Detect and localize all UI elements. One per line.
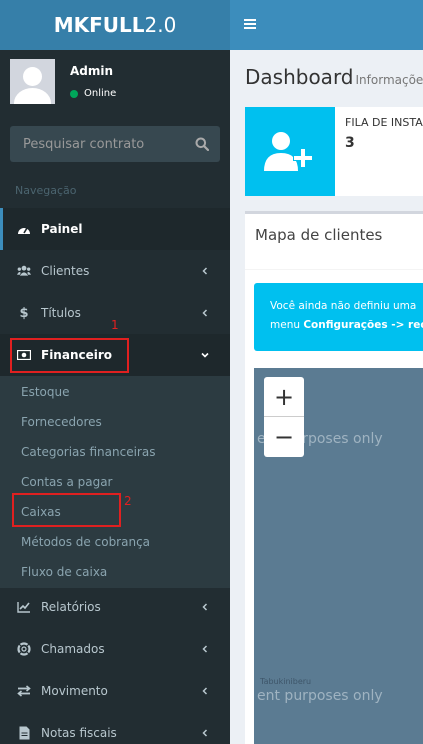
sidebar-item-chamados[interactable]: Chamados [0, 628, 230, 670]
sidebar-item-movimento[interactable]: Movimento [0, 670, 230, 712]
submenu-item-fluxo-caixa[interactable]: Fluxo de caixa [21, 565, 107, 579]
alert-line-2: menu Configurações -> recursos [270, 316, 423, 335]
map-place-label: Tabukiniberu [260, 677, 312, 686]
top-navbar [230, 0, 423, 50]
dashboard-icon [17, 222, 31, 236]
user-status-label: Online [84, 88, 117, 99]
dollar-icon: $ [19, 305, 29, 321]
add-user-icon [245, 107, 335, 196]
info-box-fila-instalacao[interactable]: FILA DE INSTALAÇÃO 3 [245, 107, 423, 196]
zoom-in-button[interactable]: + [264, 377, 304, 416]
annotation-number-1: 1 [111, 318, 119, 332]
page-header: Dashboard Informações [245, 65, 423, 89]
user-status: Online [70, 88, 116, 99]
user-name: Admin [70, 64, 114, 78]
app-logo[interactable]: MKFULL 2.0 [0, 0, 230, 50]
submenu-item-metodos-cobranca[interactable]: Métodos de cobrança [21, 535, 150, 549]
user-panel: Admin Online [0, 58, 230, 118]
search-form [10, 126, 220, 162]
zoom-out-button[interactable]: − [264, 417, 304, 456]
sidebar-item-label: Relatórios [41, 600, 101, 614]
search-icon [195, 137, 209, 151]
client-map[interactable]: ent purposes only ent purposes only Tabu… [254, 368, 423, 744]
map-watermark-bottom: ent purposes only [257, 688, 383, 704]
nav-header: Navegação [15, 184, 77, 197]
avatar [10, 59, 55, 104]
sidebar-item-painel[interactable]: Painel [0, 208, 230, 250]
sidebar-item-label: Movimento [41, 684, 108, 698]
chevron-left-icon [202, 267, 208, 275]
sidebar-item-relatorios[interactable]: Relatórios [0, 586, 230, 628]
search-button[interactable] [184, 126, 220, 162]
sidebar-item-clientes[interactable]: Clientes [0, 250, 230, 292]
submenu-item-fornecedores[interactable]: Fornecedores [21, 415, 102, 429]
financeiro-submenu: Estoque Fornecedores Categorias financei… [0, 376, 230, 588]
alert-info: Você ainda não definiu uma menu Configur… [254, 283, 423, 351]
info-box-value: 3 [345, 135, 355, 151]
logo-version: 2.0 [144, 13, 177, 37]
chevron-left-icon [202, 309, 208, 317]
logo-bold: MKFULL [53, 13, 145, 37]
chevron-down-icon [201, 352, 209, 358]
main-content: DashboardInformações FILA DE INSTALAÇÃO … [230, 50, 423, 744]
chevron-left-icon [202, 687, 208, 695]
submenu-item-categorias[interactable]: Categorias financeiras [21, 445, 155, 459]
annotation-box-financeiro [10, 338, 129, 373]
sidebar: MKFULL2.0 Admin Online Navegação Painel … [0, 0, 230, 744]
box-mapa-clientes: Mapa de clientes Você ainda não definiu … [245, 211, 423, 744]
chevron-left-icon [202, 729, 208, 737]
chevron-left-icon [202, 645, 208, 653]
exchange-icon [17, 684, 31, 698]
submenu-item-estoque[interactable]: Estoque [21, 385, 70, 399]
annotation-box-caixas [12, 493, 121, 527]
sidebar-item-label: Títulos [41, 306, 81, 320]
chevron-left-icon [202, 603, 208, 611]
search-input[interactable] [10, 126, 185, 162]
sidebar-item-label: Painel [41, 222, 83, 236]
map-zoom-control: + − [264, 377, 304, 457]
line-chart-icon [17, 600, 31, 614]
page-title: Dashboard [245, 65, 354, 89]
alert-line-2-prefix: menu [270, 319, 304, 331]
alert-config-link[interactable]: Configurações -> recursos [303, 319, 423, 331]
online-dot-icon [70, 89, 78, 98]
page-subtitle: Informações [355, 73, 423, 87]
alert-line-1: Você ainda não definiu uma [270, 300, 417, 312]
file-icon [17, 726, 31, 740]
box-divider [245, 269, 423, 270]
hamburger-menu-icon[interactable] [244, 18, 256, 30]
submenu-item-contas-pagar[interactable]: Contas a pagar [21, 475, 113, 489]
sidebar-item-label: Clientes [41, 264, 90, 278]
sidebar-item-notas-fiscais[interactable]: Notas fiscais [0, 712, 230, 744]
annotation-number-2: 2 [124, 494, 132, 508]
users-icon [17, 264, 31, 278]
sidebar-item-label: Notas fiscais [41, 726, 117, 740]
lifebuoy-icon [17, 642, 31, 656]
sidebar-item-label: Chamados [41, 642, 105, 656]
info-box-label: FILA DE INSTALAÇÃO [345, 116, 423, 129]
box-title: Mapa de clientes [255, 226, 383, 244]
